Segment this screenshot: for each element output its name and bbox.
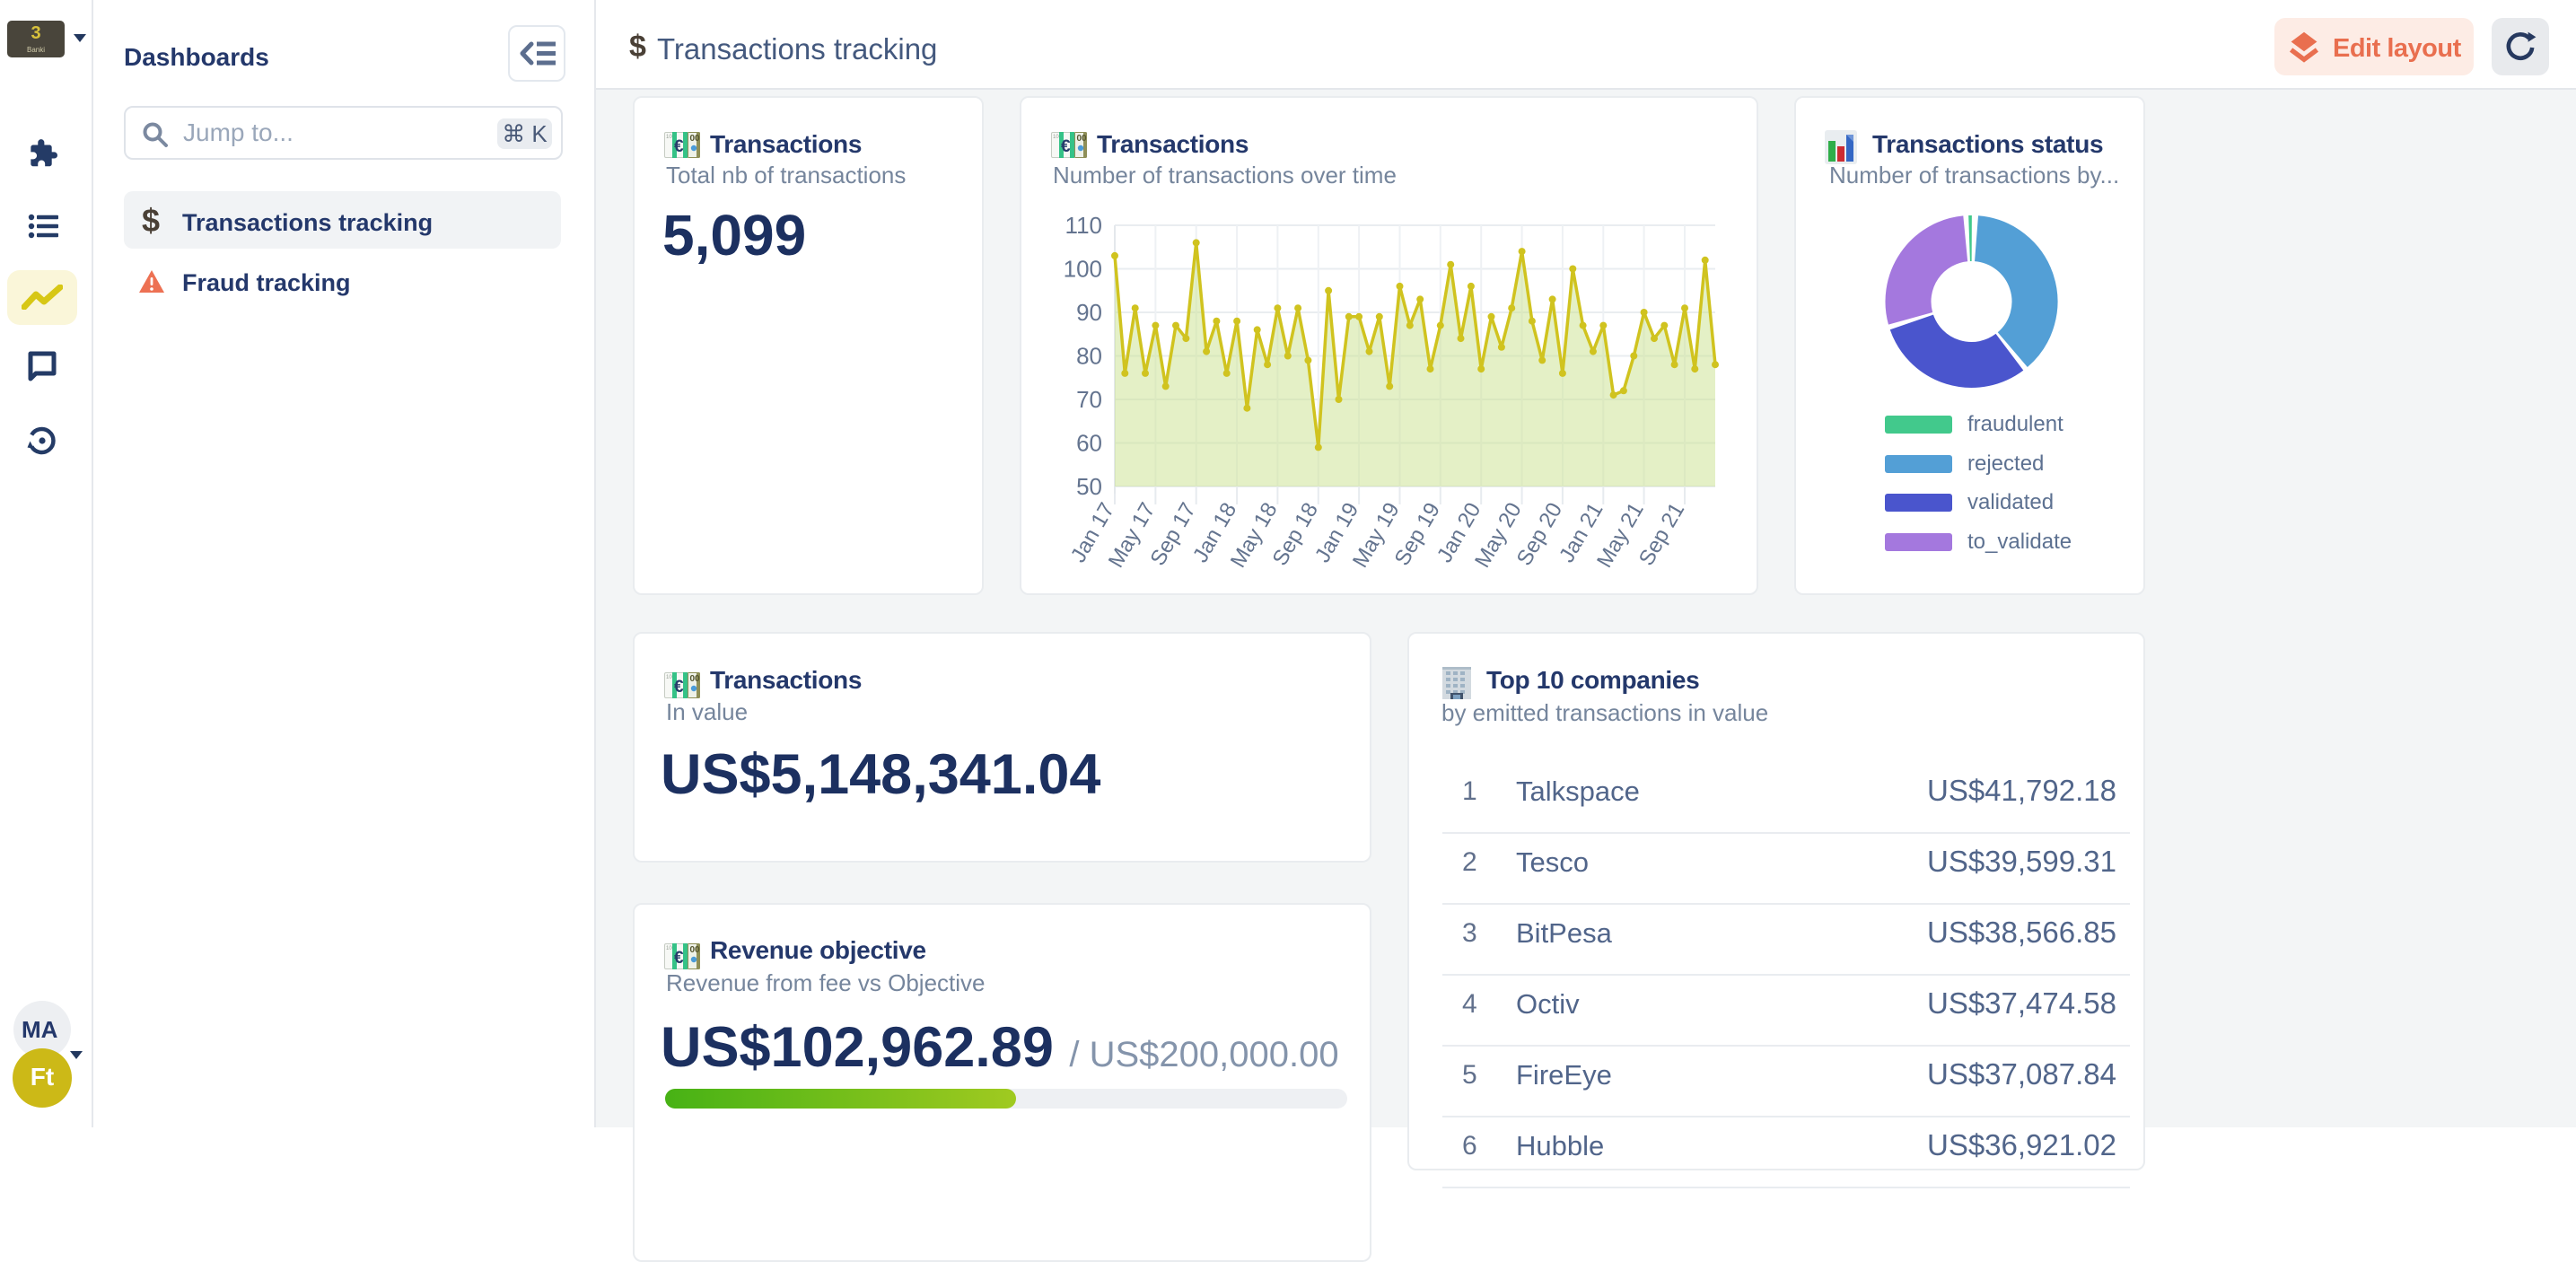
svg-text:50: 50 — [1076, 473, 1102, 500]
svg-text:70: 70 — [1076, 386, 1102, 413]
svg-text:60: 60 — [1076, 430, 1102, 457]
svg-text:00: 00 — [690, 134, 701, 144]
svg-text:90: 90 — [1076, 299, 1102, 326]
svg-text:110: 110 — [1065, 212, 1102, 239]
svg-text:€: € — [1061, 137, 1071, 156]
svg-text:100: 100 — [1064, 256, 1102, 283]
svg-text:00: 00 — [690, 674, 701, 684]
svg-text:80: 80 — [1076, 343, 1102, 370]
svg-text:€: € — [674, 949, 684, 968]
svg-text:00: 00 — [1077, 134, 1088, 144]
svg-text:€: € — [674, 678, 684, 697]
svg-text:00: 00 — [690, 945, 701, 955]
svg-text:€: € — [674, 137, 684, 156]
